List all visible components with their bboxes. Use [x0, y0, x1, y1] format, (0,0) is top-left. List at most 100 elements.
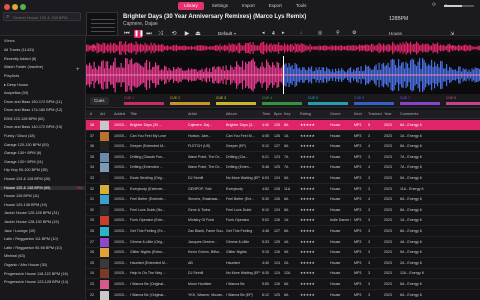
close-window-icon[interactable]	[4, 4, 10, 10]
cue-7-pad[interactable]	[400, 102, 440, 105]
sidebar-item[interactable]: Recently Added (8)	[4, 57, 36, 61]
column-header[interactable]: Added	[114, 112, 125, 116]
sidebar-item[interactable]: Jackin House 128-130 BPM (15)	[4, 220, 59, 224]
eject-icon[interactable]: ⏏	[194, 30, 202, 38]
column-header[interactable]: #	[90, 112, 92, 116]
column-header[interactable]: Kind	[354, 112, 362, 116]
table-row[interactable]: 30 10/03/... Feel Love Dubb (No... Gene & T…	[86, 205, 480, 216]
sidebar-item[interactable]: House 129-138 BPM (19)	[4, 203, 47, 207]
rating-stars[interactable]: ★★★★★	[300, 165, 315, 169]
sidebar-item[interactable]: Acapellas (33)	[4, 91, 28, 95]
table-row[interactable]: 31 10/03/... Feel Better (Extende... Sinner…	[86, 194, 480, 206]
tab-export[interactable]: Export	[263, 2, 288, 10]
volume-slider[interactable]	[444, 5, 474, 7]
cue-2-pad[interactable]	[170, 102, 210, 105]
sidebar-item[interactable]: ▸ Deep House	[4, 82, 28, 87]
column-header[interactable]: Tracked	[368, 112, 382, 116]
chevron-down-icon[interactable]: ▾	[234, 31, 236, 36]
sidebar-item[interactable]: Drum and Bass 140-172 BPM (19)	[4, 125, 62, 129]
table-row[interactable]: 37 10/03/... Can You Feel My Love Hoxton, J…	[86, 131, 480, 142]
rating-stars[interactable]: ★★★★★	[300, 123, 315, 127]
rating-stars[interactable]: ★★★★★	[300, 282, 315, 286]
rating-stars[interactable]: ★★★★★	[300, 134, 315, 138]
table-row[interactable]: 24 10/03/... Help Is On The Way ... DJ Sein…	[86, 268, 480, 280]
sidebar-item[interactable]: Funky / Disco (18)	[4, 134, 35, 138]
column-header[interactable]: Comments	[400, 112, 418, 116]
next-icon[interactable]: ⏭	[145, 30, 153, 38]
column-header[interactable]: Title	[130, 112, 137, 116]
rating-stars[interactable]: ★★★★★	[300, 271, 315, 275]
sidebar-item[interactable]: Latin / Reggaeton 90-98 BPM (10)	[4, 246, 62, 250]
column-header[interactable]: Genre	[330, 112, 341, 116]
cue-1-pad[interactable]	[124, 102, 164, 105]
table-row[interactable]: 22 10/03/... I Wanna Be (Original... YKK, W…	[86, 290, 480, 300]
rating-stars[interactable]: ★★★★★	[300, 218, 315, 222]
rating-stars[interactable]: ★★★★★	[300, 144, 315, 148]
cue-2-label[interactable]: CUE 2	[170, 96, 180, 100]
table-row[interactable]: 36 10/03/... Deeper (Extended M... FLETCH (…	[86, 141, 480, 153]
shuffle-icon[interactable]: ⤨	[156, 30, 164, 38]
cue-4-label[interactable]: CUE 4	[262, 96, 272, 100]
pause-icon[interactable]: ❚❚	[134, 30, 144, 38]
column-header[interactable]: Key	[284, 112, 291, 116]
tab-library[interactable]: Library	[178, 2, 204, 10]
sidebar-item[interactable]: Jazz / Lounge (10)	[4, 229, 35, 233]
sidebar-item[interactable]: Hip Hop 90-100 BPM (35)	[4, 168, 48, 172]
cue-3-pad[interactable]	[216, 102, 256, 105]
rating-stars[interactable]: ★★★★★	[300, 187, 315, 191]
table-row[interactable]: 28 10/03/... Get This Feeling (Ex... Zac Bl…	[86, 226, 480, 237]
search-box[interactable]: ⌕	[3, 12, 81, 21]
cue-mode-select[interactable]: Default	[218, 31, 232, 36]
sidebar-item[interactable]: Latin / Reggaeton 111 BPM (10)	[4, 237, 58, 241]
rating-stars[interactable]: ★★★★★	[300, 229, 315, 233]
column-header[interactable]: Album	[226, 112, 237, 116]
mic-icon[interactable]: ⚲	[336, 30, 340, 36]
rating-stars[interactable]: ★★★★★	[300, 176, 315, 180]
cue-7-label[interactable]: CUE 7	[400, 96, 410, 100]
cue-3-label[interactable]: CUE 3	[216, 96, 226, 100]
column-header[interactable]: Rating	[300, 112, 311, 116]
maximize-window-icon[interactable]	[20, 4, 26, 10]
sidebar-item[interactable]: EDM 120-128 BPM (62)	[4, 117, 45, 121]
table-row[interactable]: 25 10/03/... Haunted (Extended M... AB Haunt…	[86, 258, 480, 269]
table-row[interactable]: 26 10/03/... Glitter Nights (Exten... Kevin…	[86, 247, 480, 259]
add-playlist-icon[interactable]: +	[76, 67, 80, 73]
cue-4-pad[interactable]	[262, 102, 302, 105]
sidebar-item[interactable]: Progressive House 123-128 BPM (14)	[4, 280, 68, 284]
tab-import[interactable]: Import	[236, 2, 261, 10]
table-row[interactable]: 33 10/03/... Essie Strolling (Orig... DJ Se…	[86, 173, 480, 184]
cue-5-pad[interactable]	[308, 102, 348, 105]
previous-icon[interactable]: ⏮	[123, 30, 131, 38]
tap-icon[interactable]: ◎	[318, 30, 322, 36]
cue-5-label[interactable]: CUE 5	[308, 96, 318, 100]
table-row[interactable]: 35 10/03/... Drifting (Claude Fon... Wave P…	[86, 152, 480, 163]
cues-button[interactable]: Cues	[90, 97, 109, 105]
settings-icon[interactable]: ⚙	[352, 30, 356, 36]
rating-stars[interactable]: ★★★★★	[300, 293, 315, 297]
beatjump-back-icon[interactable]: ◂	[262, 30, 265, 36]
rating-stars[interactable]: ★★★★★	[300, 261, 315, 265]
rating-stars[interactable]: ★★★★★	[300, 197, 315, 201]
sidebar-item[interactable]: All Tracks (11431)	[4, 48, 34, 52]
cue-8-pad[interactable]	[446, 102, 480, 105]
sidebar-item[interactable]: House 124 & 128 BPM (26)	[4, 177, 50, 181]
sidebar-item[interactable]: Organic / Afro House (30)	[4, 263, 47, 267]
column-header[interactable]: Time	[262, 112, 270, 116]
cue-6-pad[interactable]	[354, 102, 394, 105]
column-header[interactable]: Bpm	[274, 112, 282, 116]
rating-stars[interactable]: ★★★★★	[300, 155, 315, 159]
search-input[interactable]	[13, 14, 79, 20]
rating-stars[interactable]: ★★★★★	[300, 240, 315, 244]
table-row[interactable]: 29 10/03/... Funk Operator (Exte... Ministr…	[86, 215, 480, 227]
expand-icon[interactable]: ⇲	[450, 31, 454, 37]
tab-tools[interactable]: Tools	[290, 2, 313, 10]
column-header[interactable]: Year	[384, 112, 392, 116]
cue-6-label[interactable]: CUE 6	[354, 96, 364, 100]
sidebar-item[interactable]: House 125 & 138 BPM (69) +84	[0, 185, 86, 190]
beatjump-forward-icon[interactable]: ▸	[282, 30, 285, 36]
loop-icon[interactable]: ⟲	[170, 30, 178, 38]
cue-8-label[interactable]: CUE 8	[446, 96, 456, 100]
table-row[interactable]: 34 10/03/... Drifting (Extended ... Wave Po…	[86, 162, 480, 174]
rating-stars[interactable]: ★★★★★	[300, 250, 315, 254]
sidebar-item[interactable]: Watch Folder (Inactive)	[4, 65, 43, 69]
